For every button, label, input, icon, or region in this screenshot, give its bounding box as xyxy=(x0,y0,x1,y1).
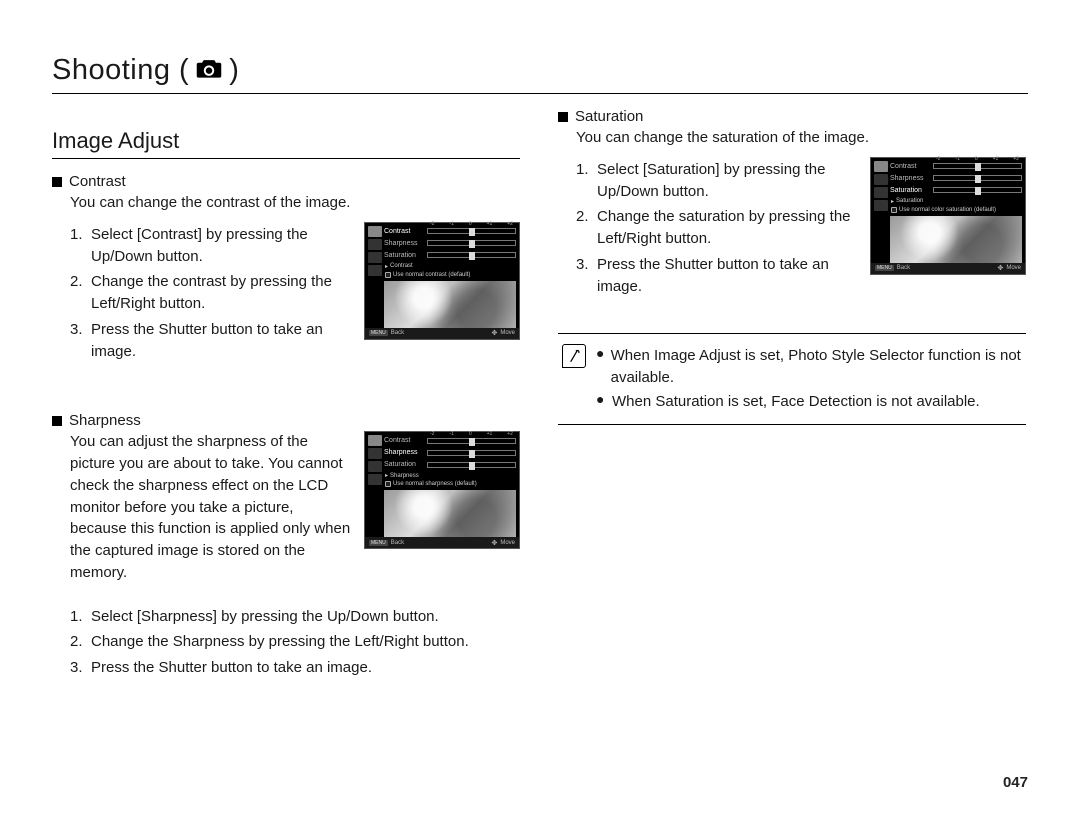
chapter-title: Shooting ( ) xyxy=(52,54,1028,87)
section-title: Image Adjust xyxy=(52,128,520,154)
lcd-back-label: MENUBack xyxy=(369,540,404,546)
note-text: When Image Adjust is set, Photo Style Se… xyxy=(611,345,1022,389)
step-number: 3. xyxy=(70,319,86,363)
step-number: 1. xyxy=(70,224,86,268)
triangle-icon: ▸ xyxy=(385,472,388,479)
step-text: Change the saturation by pressing the Le… xyxy=(597,206,860,250)
lcd-menu-item: Contrast xyxy=(384,437,424,444)
section-divider xyxy=(52,158,520,159)
step-text: Select [Saturation] by pressing the Up/D… xyxy=(597,159,860,203)
step-text: Select [Contrast] by pressing the Up/Dow… xyxy=(91,224,354,268)
note-list: ●When Image Adjust is set, Photo Style S… xyxy=(596,344,1022,413)
lcd-back-label: MENUBack xyxy=(369,330,404,336)
step-number: 1. xyxy=(70,606,86,628)
lcd-preview-saturation: Contrast-2-10+1+2SharpnessSaturation▸Sat… xyxy=(870,157,1026,275)
info-dot-icon xyxy=(385,272,391,278)
square-bullet-icon xyxy=(52,177,62,187)
lcd-menu-item: Saturation xyxy=(890,187,930,194)
square-bullet-icon xyxy=(558,112,568,122)
square-bullet-icon xyxy=(52,416,62,426)
saturation-label: Saturation xyxy=(575,108,643,125)
contrast-subsection: Contrast You can change the contrast of … xyxy=(52,173,520,364)
lcd-hint: Use normal sharpness (default) xyxy=(384,480,516,487)
camera-icon xyxy=(195,54,223,87)
lcd-preview-image xyxy=(384,281,516,328)
lcd-menu-item: Saturation xyxy=(384,461,424,468)
step-text: Press the Shutter button to take an imag… xyxy=(91,657,372,679)
step-number: 1. xyxy=(576,159,592,203)
step-text: Select [Sharpness] by pressing the Up/Do… xyxy=(91,606,439,628)
step-text: Press the Shutter button to take an imag… xyxy=(597,254,860,298)
sharpness-label: Sharpness xyxy=(69,412,141,429)
note-text: When Saturation is set, Face Detection i… xyxy=(612,391,980,413)
move-arrows-icon: ✥ xyxy=(491,539,497,547)
step-number: 2. xyxy=(70,631,86,653)
menu-badge-icon: MENU xyxy=(875,265,894,271)
step-number: 3. xyxy=(576,254,592,298)
lcd-menu-item: Sharpness xyxy=(890,175,930,182)
sharpness-subsection: Sharpness You can adjust the sharpness o… xyxy=(52,412,520,681)
info-dot-icon xyxy=(385,481,391,487)
lcd-back-label: MENUBack xyxy=(875,265,910,271)
sharpness-steps: 1.Select [Sharpness] by pressing the Up/… xyxy=(70,604,520,681)
lcd-preview-sharpness: Contrast-2-10+1+2SharpnessSaturation▸Sha… xyxy=(364,431,520,549)
step-text: Change the Sharpness by pressing the Lef… xyxy=(91,631,469,653)
lcd-hint: Use normal color saturation (default) xyxy=(890,206,1022,213)
saturation-steps: 1.Select [Saturation] by pressing the Up… xyxy=(576,157,860,300)
contrast-heading: Contrast xyxy=(52,173,520,190)
lcd-current-label: ▸Saturation xyxy=(890,197,1022,205)
lcd-current-label: ▸Contrast xyxy=(384,262,516,270)
step-number: 2. xyxy=(576,206,592,250)
chapter-divider xyxy=(52,93,1028,94)
saturation-desc: You can change the saturation of the ima… xyxy=(576,127,1026,149)
contrast-desc: You can change the contrast of the image… xyxy=(70,192,520,214)
saturation-subsection: Saturation You can change the saturation… xyxy=(558,108,1026,299)
sharpness-desc: You can adjust the sharpness of the pict… xyxy=(70,431,354,583)
lcd-menu-item: Contrast xyxy=(384,228,424,235)
lcd-move-label: ✥Move xyxy=(491,329,515,337)
saturation-heading: Saturation xyxy=(558,108,1026,125)
chapter-title-suffix: ) xyxy=(229,54,239,87)
move-arrows-icon: ✥ xyxy=(491,329,497,337)
bullet-icon: ● xyxy=(596,345,605,389)
menu-badge-icon: MENU xyxy=(369,330,388,336)
lcd-menu-item: Saturation xyxy=(384,252,424,259)
lcd-preview-image xyxy=(890,216,1022,263)
move-arrows-icon: ✥ xyxy=(997,264,1003,272)
triangle-icon: ▸ xyxy=(891,198,894,205)
bullet-icon: ● xyxy=(596,391,606,413)
note-box: ●When Image Adjust is set, Photo Style S… xyxy=(558,333,1026,424)
step-text: Change the contrast by pressing the Left… xyxy=(91,271,354,315)
page-number: 047 xyxy=(1003,774,1028,791)
step-number: 2. xyxy=(70,271,86,315)
lcd-hint: Use normal contrast (default) xyxy=(384,271,516,278)
step-text: Press the Shutter button to take an imag… xyxy=(91,319,354,363)
lcd-preview-contrast: Contrast-2-10+1+2SharpnessSaturation▸Con… xyxy=(364,222,520,340)
note-icon xyxy=(562,344,586,368)
lcd-move-label: ✥Move xyxy=(997,264,1021,272)
lcd-menu-item: Sharpness xyxy=(384,449,424,456)
lcd-move-label: ✥Move xyxy=(491,539,515,547)
step-number: 3. xyxy=(70,657,86,679)
lcd-menu-item: Sharpness xyxy=(384,240,424,247)
menu-badge-icon: MENU xyxy=(369,540,388,546)
sharpness-heading: Sharpness xyxy=(52,412,520,429)
triangle-icon: ▸ xyxy=(385,263,388,270)
chapter-title-prefix: Shooting ( xyxy=(52,54,189,87)
info-dot-icon xyxy=(891,207,897,213)
lcd-preview-image xyxy=(384,490,516,537)
lcd-current-label: ▸Sharpness xyxy=(384,471,516,479)
contrast-label: Contrast xyxy=(69,173,126,190)
contrast-steps: 1.Select [Contrast] by pressing the Up/D… xyxy=(70,222,354,365)
lcd-menu-item: Contrast xyxy=(890,163,930,170)
